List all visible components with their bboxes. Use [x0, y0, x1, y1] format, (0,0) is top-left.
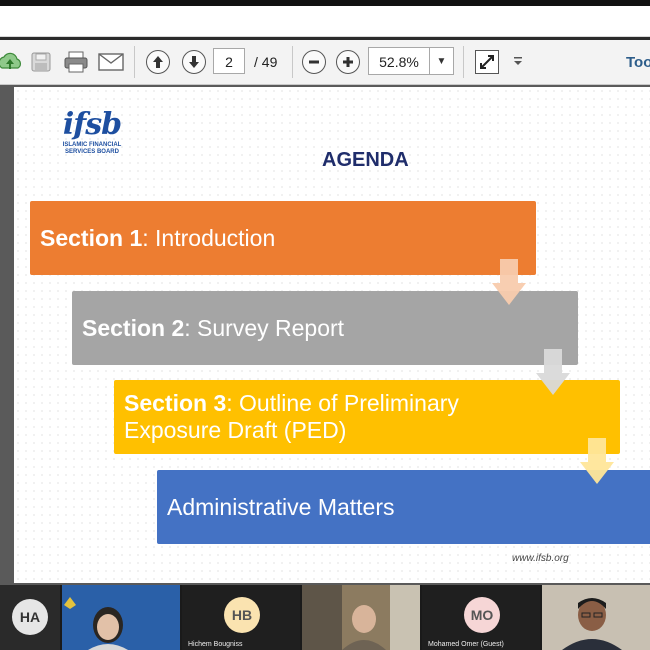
website-footer: www.ifsb.org	[512, 553, 569, 564]
next-page-button[interactable]	[180, 48, 208, 76]
agenda-item-2-text: : Survey Report	[184, 314, 345, 341]
agenda-item-3-bold: Section 3	[124, 390, 227, 416]
fit-page-button[interactable]	[473, 48, 501, 76]
participant-video-image	[62, 585, 180, 650]
overflow-chevron-icon	[514, 57, 522, 65]
chevron-down-icon: ▼	[436, 55, 447, 67]
slide-title: AGENDA	[322, 149, 409, 171]
participant-name: Mohamed Omer (Guest)	[428, 641, 504, 648]
participant-avatar: MO	[464, 597, 500, 633]
agenda-item-4-text: Administrative Matters	[167, 493, 395, 520]
cloud-upload-icon[interactable]	[0, 48, 24, 76]
toolbar-overflow-button[interactable]	[506, 48, 530, 76]
logo-mark: ifsb	[62, 107, 122, 142]
ifsb-logo: ifsb ISLAMIC FINANCIAL SERVICES BOARD	[48, 107, 136, 156]
page-number-input[interactable]: 2	[213, 48, 245, 74]
expand-icon	[475, 50, 499, 74]
toolbar-separator	[292, 46, 293, 78]
minus-icon	[302, 50, 326, 74]
agenda-item-2-bold: Section 2	[82, 314, 185, 341]
arrow-up-icon	[146, 50, 170, 74]
agenda-item-3-text-line2: Exposure Draft (PED)	[124, 417, 347, 443]
page-total-label: / 49	[254, 54, 278, 70]
slide-page: ifsb ISLAMIC FINANCIAL SERVICES BOARD AG…	[14, 87, 650, 583]
agenda-item-1: Section 1: Introduction	[30, 201, 536, 275]
participant-video-image	[542, 585, 650, 650]
participant-video-tile[interactable]	[542, 585, 650, 650]
logo-line-2: SERVICES BOARD	[65, 149, 119, 155]
zoom-level-input[interactable]: 52.8%	[368, 47, 430, 75]
participant-video-tile[interactable]	[302, 585, 420, 650]
participant-video-tile[interactable]	[62, 585, 180, 650]
participant-video-image	[302, 585, 420, 650]
agenda-item-3-text: : Outline of Preliminary	[226, 390, 459, 416]
agenda-item-1-bold: Section 1	[40, 224, 143, 251]
zoom-dropdown-button[interactable]: ▼	[430, 47, 454, 75]
agenda-item-4: Administrative Matters	[157, 470, 650, 544]
previous-page-button[interactable]	[144, 48, 172, 76]
logo-line-1: ISLAMIC FINANCIAL	[62, 142, 122, 148]
window-title-area	[0, 6, 650, 37]
down-arrow-connector-icon	[580, 438, 614, 484]
pdf-toolbar	[0, 40, 650, 85]
participant-avatar: HA	[12, 599, 48, 635]
agenda-item-1-text: : Introduction	[142, 224, 276, 251]
toolbar-separator	[463, 46, 464, 78]
save-icon[interactable]	[27, 48, 55, 76]
participant-avatar: HB	[224, 597, 260, 633]
participant-tile[interactable]: HB Hichem Bougniss	[182, 585, 300, 650]
arrow-down-icon	[182, 50, 206, 74]
toolbar-separator	[134, 46, 135, 78]
down-arrow-connector-icon	[536, 349, 570, 395]
participant-name: Hichem Bougniss	[188, 641, 243, 648]
participant-tile[interactable]: MO Mohamed Omer (Guest)	[422, 585, 540, 650]
print-icon[interactable]	[62, 48, 90, 76]
participant-tile[interactable]: HA	[0, 585, 60, 650]
down-arrow-connector-icon	[492, 259, 526, 305]
email-icon[interactable]	[97, 48, 125, 76]
zoom-out-button[interactable]	[300, 48, 328, 76]
zoom-in-button[interactable]	[334, 48, 362, 76]
tools-tab[interactable]: Too	[626, 54, 650, 71]
plus-icon	[336, 50, 360, 74]
